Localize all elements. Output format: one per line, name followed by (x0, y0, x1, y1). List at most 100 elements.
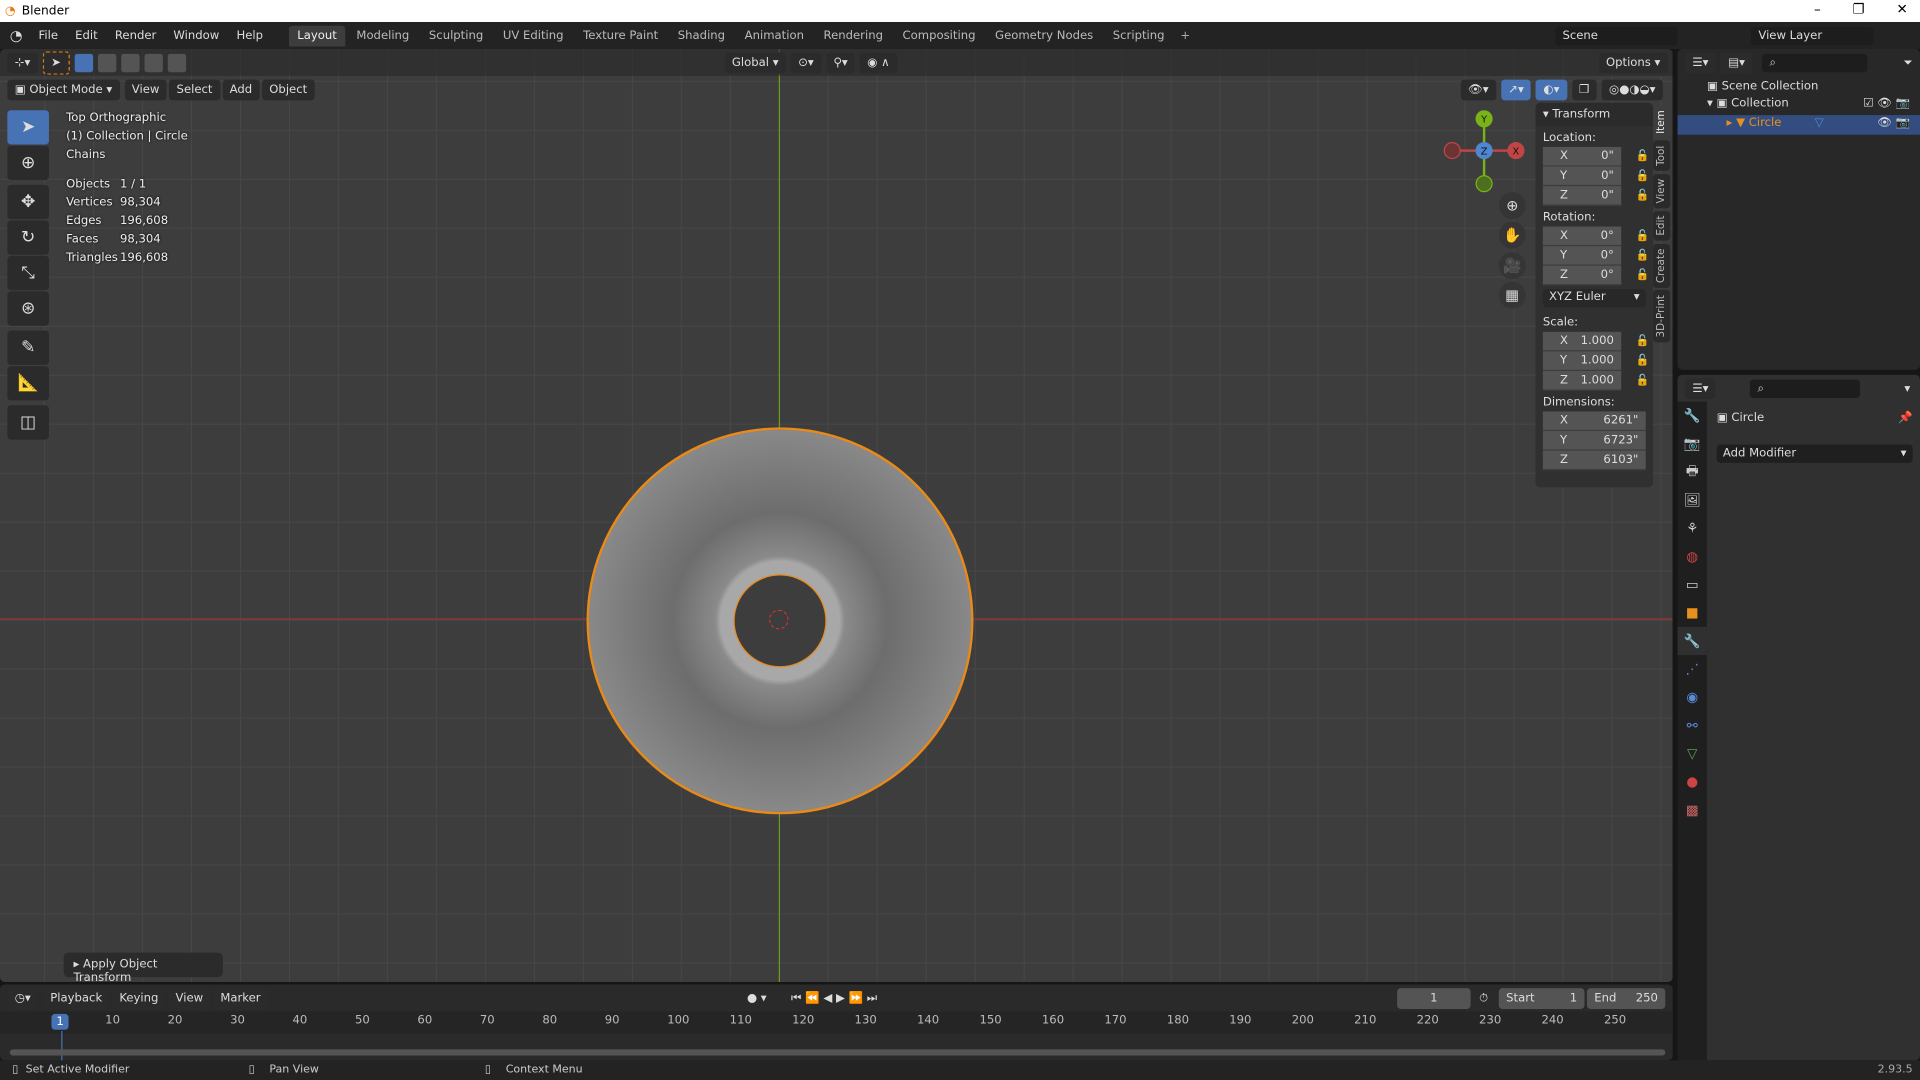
particles-tab-icon[interactable]: ⋰ (1678, 655, 1707, 683)
tab-geometry-nodes[interactable]: Geometry Nodes (986, 25, 1101, 46)
gizmo-y-icon[interactable]: Y (1475, 110, 1493, 128)
sidebar-tab-view[interactable]: View (1653, 173, 1671, 209)
scene-selector[interactable]: Scene (1555, 26, 1678, 45)
add-modifier-dropdown[interactable]: Add Modifier ▾ (1716, 444, 1913, 463)
scene-collection-row[interactable]: ▣ Scene Collection (1678, 76, 1920, 96)
start-frame-field[interactable]: Start 1 (1498, 987, 1585, 1009)
tool-tab-icon[interactable]: 🔧 (1678, 402, 1707, 430)
tab-modeling[interactable]: Modeling (348, 25, 418, 46)
current-frame-field[interactable]: 1 (1397, 987, 1471, 1009)
collection-row[interactable]: ▾ ▣ Collection ☑ 👁 📷 (1678, 96, 1920, 116)
data-tab-icon[interactable]: ▽ (1678, 740, 1707, 768)
circle-object-row[interactable]: ▸ ▼ Circle ▽ 👁 📷 (1677, 115, 1920, 135)
properties-search-input[interactable]: ⌕ (1750, 378, 1861, 398)
dimensions-z-field[interactable]: Z 6103" (1542, 450, 1646, 471)
gizmo-neg-y-icon[interactable] (1475, 175, 1493, 193)
object-mode-dropdown[interactable]: ▣ Object Mode ▾ (7, 78, 120, 100)
sidebar-tab-edit[interactable]: Edit (1653, 210, 1671, 241)
lock-icon[interactable]: 🔓 (1636, 249, 1650, 261)
filter-icon[interactable]: ⏷ (1903, 56, 1912, 69)
tab-layout[interactable]: Layout (288, 25, 346, 46)
tab-compositing[interactable]: Compositing (894, 25, 984, 46)
gizmo-x-icon[interactable]: X (1507, 142, 1525, 160)
pivot-point-icon[interactable]: ⊙▾ (790, 52, 822, 73)
viewport-menu-select[interactable]: Select (169, 78, 220, 100)
end-frame-field[interactable]: End 250 (1586, 987, 1666, 1009)
rotation-y-field[interactable]: Y 0° 🔓 (1542, 246, 1650, 266)
lock-icon[interactable]: 🔓 (1636, 269, 1650, 281)
tab-rendering[interactable]: Rendering (815, 25, 892, 46)
scale-tool-icon[interactable]: ⤡ (7, 255, 49, 291)
dimensions-x-field[interactable]: X 6261" (1542, 411, 1646, 432)
annotate-tool-icon[interactable]: ✎ (7, 330, 49, 365)
xray-toggle-icon[interactable]: ❐ (1571, 78, 1597, 100)
properties-options-icon[interactable]: ▾ (1904, 381, 1910, 394)
options-dropdown[interactable]: Options ▾ (1598, 52, 1668, 73)
lock-icon[interactable]: 🔓 (1636, 189, 1650, 201)
menu-render[interactable]: Render (106, 29, 165, 42)
scene-tab-icon[interactable]: ⚘ (1678, 514, 1707, 542)
gizmo-neg-x-icon[interactable] (1443, 142, 1461, 160)
operator-panel[interactable]: ▸ Apply Object Transform (63, 952, 223, 982)
add-workspace-button[interactable]: + (1180, 29, 1190, 42)
properties-editor-type-icon[interactable]: ☰▾ (1684, 377, 1716, 399)
tab-shading[interactable]: Shading (669, 25, 733, 46)
record-button[interactable]: ● ▾ (747, 991, 767, 1004)
playback-controls[interactable]: ⏮⏪◀▶⏩⏭ (791, 991, 881, 1004)
viewport-menu-object[interactable]: Object (261, 78, 315, 100)
select-mode-intersect[interactable] (167, 53, 186, 72)
editor-type-button[interactable]: ⊹▾ (7, 52, 38, 73)
timeline-menu-keying[interactable]: Keying (111, 987, 166, 1009)
proportional-edit-icon[interactable]: ◉ ∧ (859, 52, 897, 73)
material-tab-icon[interactable]: ● (1678, 768, 1707, 796)
dimensions-y-field[interactable]: Y 6723" (1542, 431, 1646, 451)
shading-modes-icon[interactable]: ◎●◑◒▾ (1601, 78, 1663, 100)
physics-tab-icon[interactable]: ◉ (1678, 683, 1707, 711)
render-tab-icon[interactable]: 📷 (1678, 430, 1707, 458)
location-z-field[interactable]: Z 0" 🔓 (1542, 186, 1650, 206)
location-x-field[interactable]: X 0" 🔓 (1542, 146, 1650, 167)
scale-z-field[interactable]: Z 1.000 🔓 (1542, 371, 1650, 391)
lock-icon[interactable]: 🔓 (1636, 230, 1650, 242)
texture-tab-icon[interactable]: ▩ (1678, 796, 1707, 824)
object-tab-icon[interactable]: ■ (1678, 599, 1707, 627)
lock-icon[interactable]: 🔓 (1636, 170, 1650, 182)
collection-visibility-icons[interactable]: ☑ 👁 📷 (1863, 97, 1910, 110)
pan-hand-icon[interactable]: ✋ (1498, 221, 1526, 249)
rotation-mode-dropdown[interactable]: XYZ Euler ▾ (1542, 288, 1646, 308)
visibility-icon[interactable]: 👁▾ (1460, 78, 1497, 100)
lock-icon[interactable]: 🔓 (1636, 335, 1650, 347)
lock-icon[interactable]: 🔓 (1636, 374, 1650, 386)
overlay-toggle-icon[interactable]: ◐▾ (1536, 78, 1567, 100)
location-y-field[interactable]: Y 0" 🔓 (1542, 166, 1650, 187)
scale-x-field[interactable]: X 1.000 🔓 (1542, 331, 1650, 352)
constraints-tab-icon[interactable]: ⚯ (1678, 711, 1707, 739)
gizmo-z-icon[interactable]: Z (1475, 142, 1493, 160)
maximize-button[interactable]: ❐ (1853, 1, 1865, 17)
viewport-menu-add[interactable]: Add (222, 78, 260, 100)
snap-icon[interactable]: ⚲▾ (825, 52, 856, 73)
viewport-menu-view[interactable]: View (124, 78, 167, 100)
menu-help[interactable]: Help (228, 29, 272, 42)
tab-uv-editing[interactable]: UV Editing (494, 25, 572, 46)
rotation-z-field[interactable]: Z 0° 🔓 (1542, 265, 1650, 286)
select-tool-icon[interactable]: ➤ (42, 50, 70, 75)
minimize-button[interactable]: – (1814, 1, 1821, 17)
timeline-editor-type-icon[interactable]: ◷▾ (7, 987, 39, 1009)
timeline-menu-playback[interactable]: Playback (42, 987, 110, 1009)
camera-view-icon[interactable]: 🎥 (1498, 252, 1526, 280)
timeline-menu-marker[interactable]: Marker (212, 987, 268, 1009)
sidebar-tab-tool[interactable]: Tool (1653, 141, 1671, 172)
view-layer-selector[interactable]: View Layer (1751, 26, 1874, 45)
select-mode-new[interactable] (74, 53, 93, 72)
collection-tab-icon[interactable]: ▭ (1678, 571, 1707, 599)
modifier-tab-icon[interactable]: 🔧 (1677, 626, 1707, 656)
transform-orientation-dropdown[interactable]: Global ▾ (724, 52, 786, 73)
sidebar-tab-3d-print[interactable]: 3D-Print (1653, 289, 1671, 343)
transform-panel-header[interactable]: ▾ Transform (1535, 102, 1654, 127)
blender-menu-icon[interactable]: ◔ (0, 27, 30, 44)
timeline-menu-view[interactable]: View (168, 987, 211, 1009)
zoom-icon[interactable]: ⊕ (1498, 192, 1526, 220)
sidebar-tab-item[interactable]: Item (1653, 105, 1671, 139)
select-mode-extend[interactable] (97, 53, 116, 72)
